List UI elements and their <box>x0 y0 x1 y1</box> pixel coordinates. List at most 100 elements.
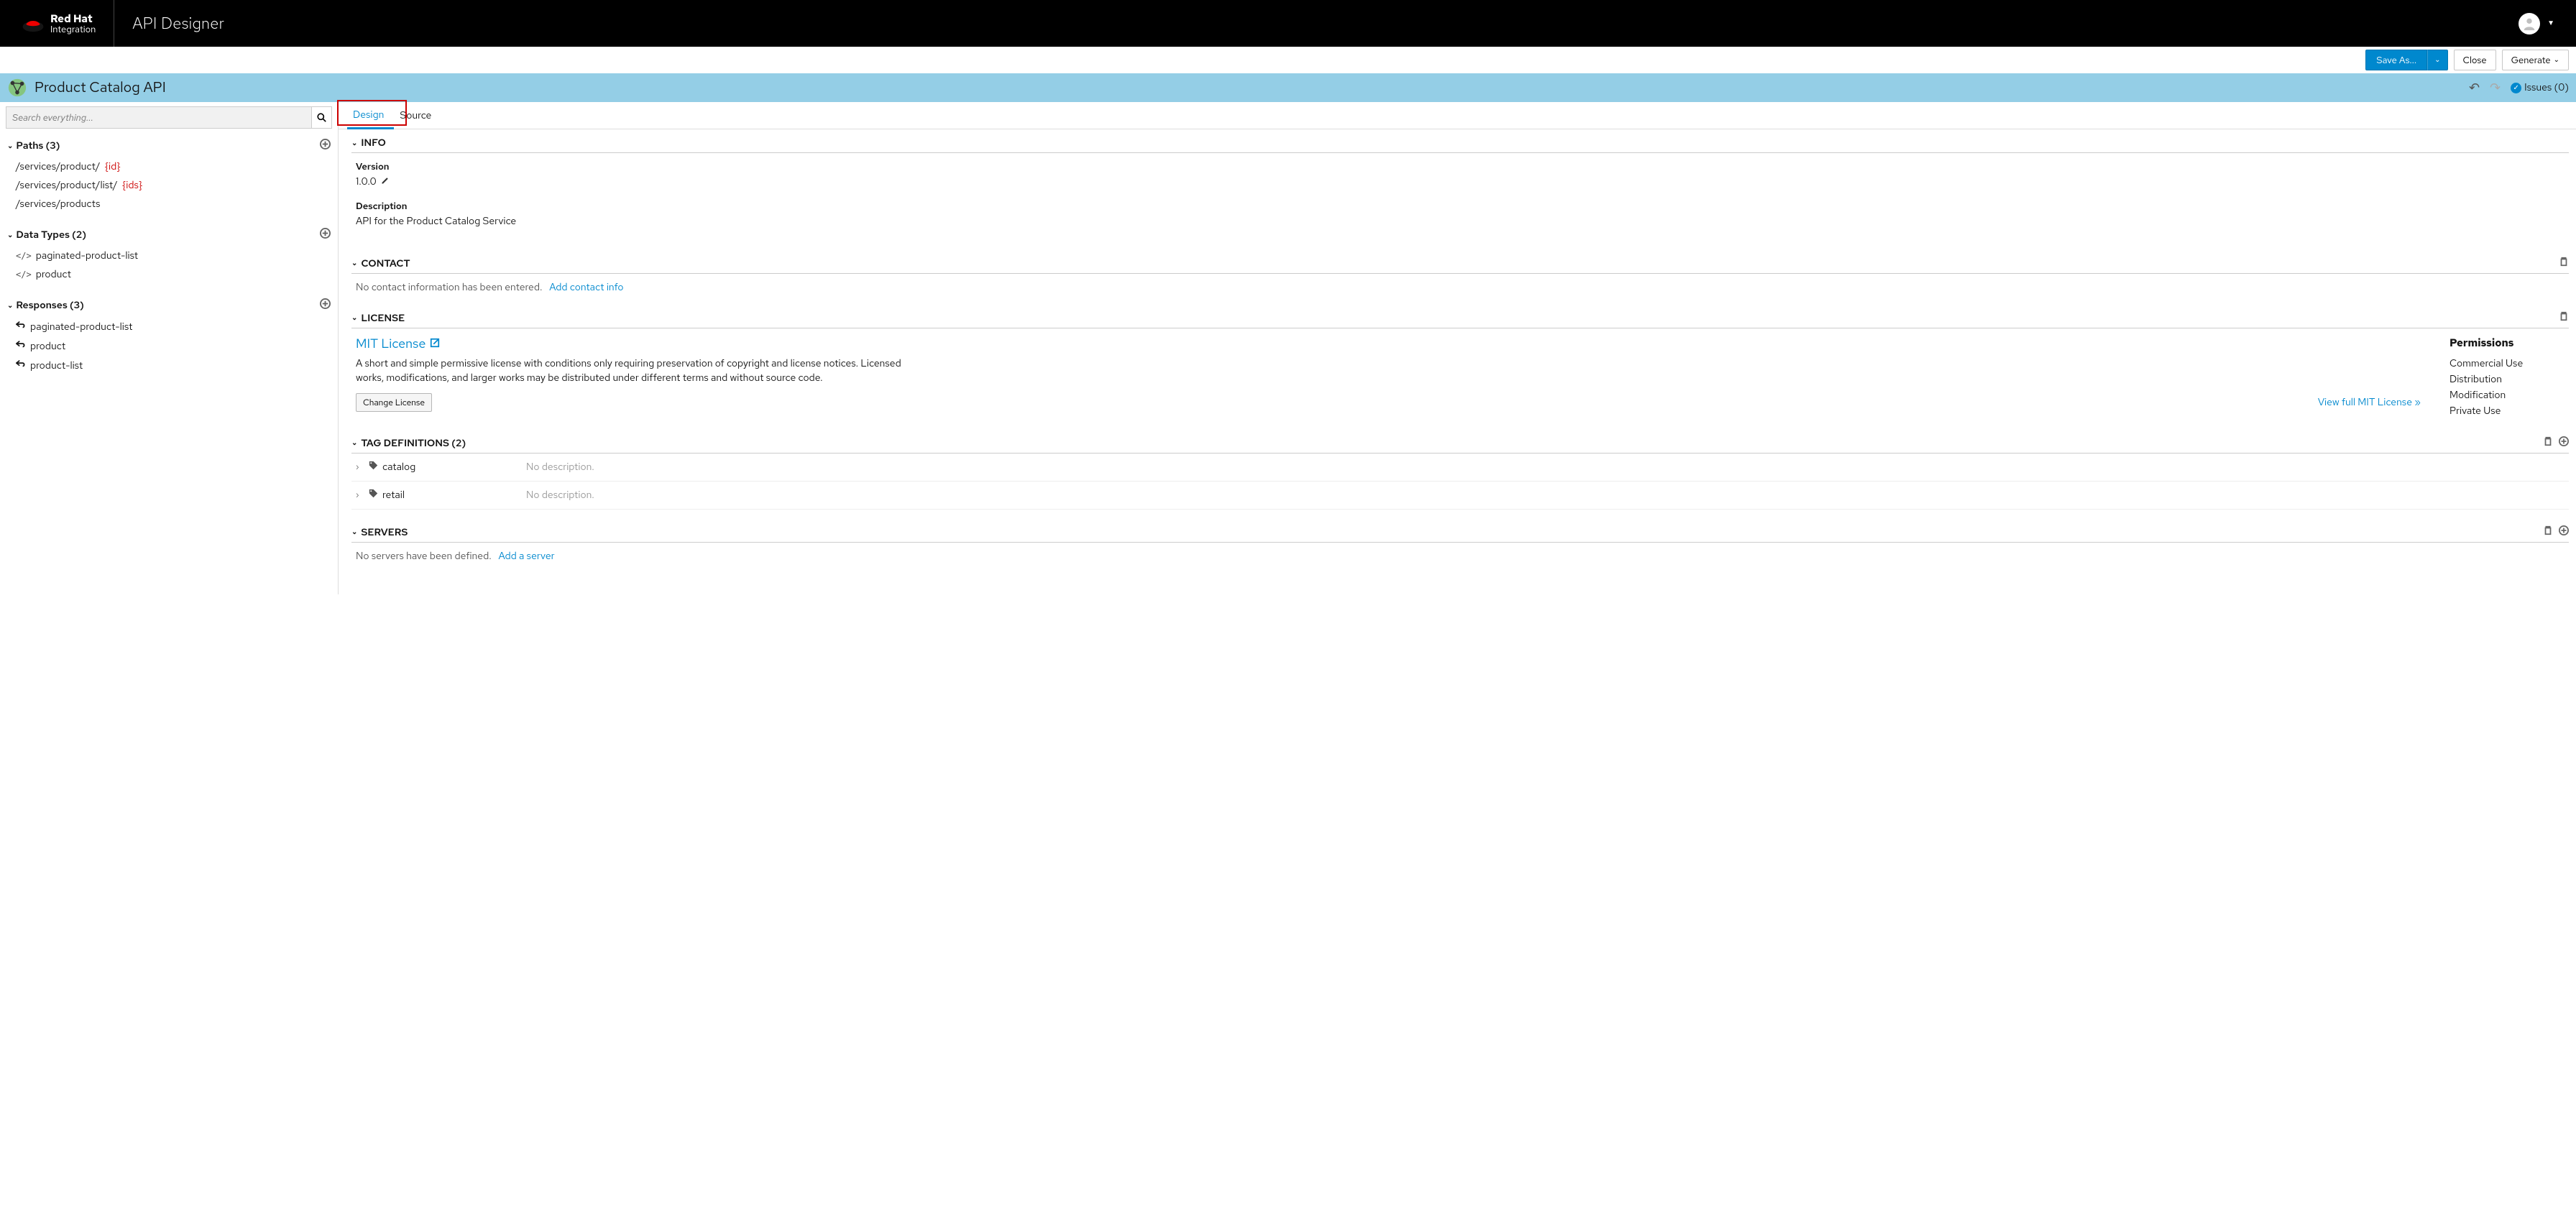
data-type-item[interactable]: </>product <box>6 265 332 284</box>
info-header[interactable]: ⌄ INFO <box>351 137 2569 153</box>
pencil-icon[interactable] <box>381 175 390 188</box>
tab-design[interactable]: Design <box>347 103 394 129</box>
add-tag-button[interactable] <box>2559 436 2569 450</box>
path-item[interactable]: /services/products <box>6 195 332 213</box>
servers-empty: No servers have been defined. <box>356 550 492 563</box>
redhat-logo: Red Hat Integration <box>22 14 96 34</box>
code-icon: </> <box>16 251 32 261</box>
reply-icon <box>16 339 26 353</box>
api-title: Product Catalog API <box>34 78 2462 97</box>
undo-icon[interactable]: ↶ <box>2469 80 2480 96</box>
search-row <box>6 106 332 129</box>
tag-icon <box>369 461 378 474</box>
chevron-down-icon: ⌄ <box>351 528 357 537</box>
chevron-down-icon: ⌄ <box>7 231 13 240</box>
license-name-link[interactable]: MIT License <box>356 336 2421 352</box>
trash-icon[interactable] <box>2559 257 2569 270</box>
user-menu[interactable]: ▼ <box>2518 13 2554 34</box>
chevron-down-icon: ⌄ <box>7 142 13 151</box>
title-actions: ↶ ↷ ✓ Issues (0) <box>2469 80 2569 96</box>
add-response-button[interactable] <box>320 298 331 313</box>
generate-button[interactable]: Generate ⌄ <box>2502 50 2569 70</box>
servers-header[interactable]: ⌄ SERVERS <box>351 525 2569 543</box>
tags-header[interactable]: ⌄ TAG DEFINITIONS (2) <box>351 436 2569 454</box>
permission-item: Private Use <box>2450 403 2564 419</box>
contact-header[interactable]: ⌄ CONTACT <box>351 257 2569 274</box>
data-types-title: Data Types (2) <box>16 229 86 241</box>
tab-source[interactable]: Source <box>394 103 441 128</box>
trash-icon[interactable] <box>2559 311 2569 325</box>
reply-icon <box>16 320 26 333</box>
paths-title: Paths (3) <box>16 139 60 152</box>
search-button[interactable] <box>312 106 332 129</box>
permission-item: Distribution <box>2450 372 2564 387</box>
add-path-button[interactable] <box>320 139 331 153</box>
close-button[interactable]: Close <box>2454 50 2496 70</box>
license-section: ⌄ LICENSE MIT License A short and si <box>351 311 2569 420</box>
external-link-icon <box>430 336 440 352</box>
issues-link[interactable]: ✓ Issues (0) <box>2511 81 2569 94</box>
app-name: API Designer <box>132 13 224 34</box>
add-server-link[interactable]: Add a server <box>499 550 555 563</box>
permission-item: Modification <box>2450 387 2564 403</box>
reply-icon <box>16 359 26 372</box>
responses-title: Responses (3) <box>16 299 83 312</box>
tabs-row: Design Source <box>339 102 2576 129</box>
permission-item: Commercial Use <box>2450 356 2564 372</box>
tag-icon <box>369 489 378 502</box>
chevron-down-icon: ⌄ <box>351 259 357 268</box>
chevron-down-icon: ⌄ <box>7 301 13 310</box>
view-full-license-link[interactable]: View full MIT License » <box>2318 396 2421 409</box>
sections: ⌄ INFO Version 1.0.0 Description API for… <box>339 129 2576 594</box>
avatar <box>2518 13 2540 34</box>
data-type-item[interactable]: </>paginated-product-list <box>6 247 332 265</box>
paths-header[interactable]: ⌄ Paths (3) <box>6 134 332 157</box>
save-as-split: Save As... ⌄ <box>2365 50 2447 70</box>
permissions-title: Permissions <box>2450 336 2564 350</box>
content: Design Source ⌄ INFO Version 1.0.0 <box>338 102 2576 594</box>
redo-icon[interactable]: ↷ <box>2490 80 2501 96</box>
trash-icon[interactable] <box>2543 436 2553 450</box>
version-value: 1.0.0 <box>356 175 377 188</box>
description-label: Description <box>356 200 2564 212</box>
tag-row[interactable]: › retail No description. <box>351 482 2569 510</box>
code-icon: </> <box>16 270 32 280</box>
responses-header[interactable]: ⌄ Responses (3) <box>6 294 332 317</box>
brand-sub: Integration <box>50 24 96 34</box>
title-bar: Product Catalog API ↶ ↷ ✓ Issues (0) <box>0 73 2576 102</box>
change-license-button[interactable]: Change License <box>356 393 432 412</box>
add-contact-link[interactable]: Add contact info <box>549 281 623 294</box>
search-icon <box>317 113 326 122</box>
chevron-down-icon: ⌄ <box>351 139 357 148</box>
add-data-type-button[interactable] <box>320 228 331 242</box>
license-header[interactable]: ⌄ LICENSE <box>351 311 2569 328</box>
sidebar: ⌄ Paths (3) /services/product/{id} /serv… <box>0 102 338 594</box>
chevron-right-icon: › <box>356 462 369 472</box>
chevron-down-icon: ⌄ <box>351 438 357 448</box>
save-as-button[interactable]: Save As... <box>2365 50 2427 70</box>
contact-section: ⌄ CONTACT No contact information has bee… <box>351 257 2569 295</box>
path-item[interactable]: /services/product/{id} <box>6 157 332 176</box>
contact-empty: No contact information has been entered. <box>356 281 542 294</box>
response-item[interactable]: product-list <box>6 356 332 375</box>
description-value: API for the Product Catalog Service <box>356 215 516 228</box>
api-icon <box>7 78 27 98</box>
check-icon: ✓ <box>2511 83 2521 93</box>
path-item[interactable]: /services/product/list/{ids} <box>6 176 332 195</box>
generate-label: Generate <box>2511 54 2551 66</box>
add-server-button[interactable] <box>2559 525 2569 539</box>
response-item[interactable]: paginated-product-list <box>6 317 332 336</box>
search-input[interactable] <box>6 106 312 129</box>
user-icon <box>2521 16 2537 32</box>
action-bar: Save As... ⌄ Close Generate ⌄ <box>0 47 2576 73</box>
redhat-icon <box>22 15 45 32</box>
save-as-dropdown[interactable]: ⌄ <box>2427 50 2447 70</box>
tag-row[interactable]: › catalog No description. <box>351 454 2569 482</box>
data-types-header[interactable]: ⌄ Data Types (2) <box>6 224 332 247</box>
chevron-down-icon: ⌄ <box>351 313 357 323</box>
chevron-right-icon: › <box>356 490 369 500</box>
trash-icon[interactable] <box>2543 525 2553 539</box>
top-header: Red Hat Integration API Designer ▼ <box>0 0 2576 47</box>
response-item[interactable]: product <box>6 336 332 356</box>
tags-section: ⌄ TAG DEFINITIONS (2) › catalog No descr… <box>351 436 2569 510</box>
